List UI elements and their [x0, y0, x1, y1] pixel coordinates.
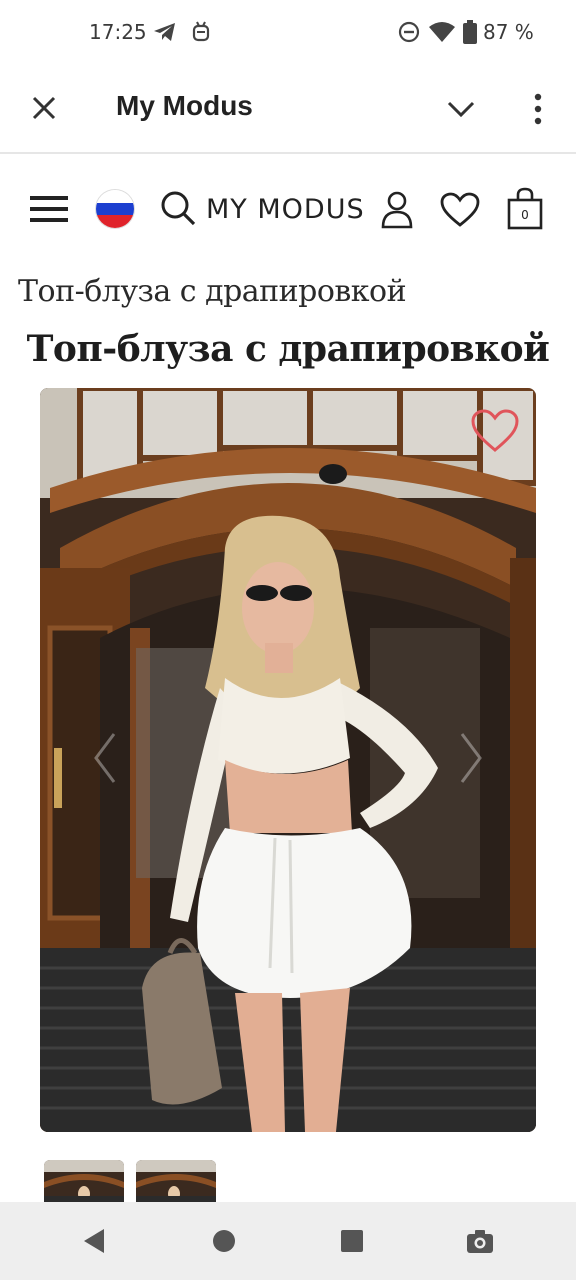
heart-icon[interactable] [440, 192, 480, 228]
menu-icon[interactable] [30, 194, 68, 224]
more-vert-icon[interactable] [528, 92, 548, 126]
battery-percent: 87 % [483, 20, 534, 44]
thumbnail-1[interactable] [44, 1160, 124, 1204]
home-icon[interactable] [209, 1226, 239, 1256]
site-logo[interactable]: MY MODUS [206, 194, 365, 225]
status-time: 17:25 [89, 20, 147, 44]
user-icon[interactable] [380, 190, 414, 230]
prev-image-icon[interactable] [90, 728, 120, 788]
site-header: MY MODUS 0 [0, 156, 576, 256]
back-icon[interactable] [80, 1226, 110, 1256]
next-image-icon[interactable] [456, 728, 486, 788]
telegram-icon [154, 23, 175, 41]
favorite-heart-icon[interactable] [470, 408, 520, 454]
chevron-down-icon[interactable] [444, 96, 478, 122]
app-title: My Modus [116, 90, 253, 121]
wifi-icon [429, 22, 455, 42]
search-icon[interactable] [160, 190, 196, 226]
battery-icon [463, 20, 477, 44]
product-title: Топ-блуза с драпировкой [26, 328, 550, 370]
screenshot-icon[interactable] [465, 1226, 495, 1256]
breadcrumb-title: Топ-блуза с драпировкой [18, 274, 407, 309]
app-bar: My Modus [0, 66, 576, 154]
thumbnail-2[interactable] [136, 1160, 216, 1204]
status-bar: 17:25 87 % [0, 0, 576, 66]
recents-icon[interactable] [337, 1226, 367, 1256]
product-image[interactable] [40, 388, 536, 1132]
system-nav-bar [0, 1202, 576, 1280]
android-debug-icon [192, 21, 210, 42]
russia-flag-icon[interactable] [96, 190, 134, 228]
close-icon[interactable] [28, 92, 60, 124]
do-not-disturb-icon [398, 21, 420, 43]
cart-count: 0 [521, 208, 529, 222]
